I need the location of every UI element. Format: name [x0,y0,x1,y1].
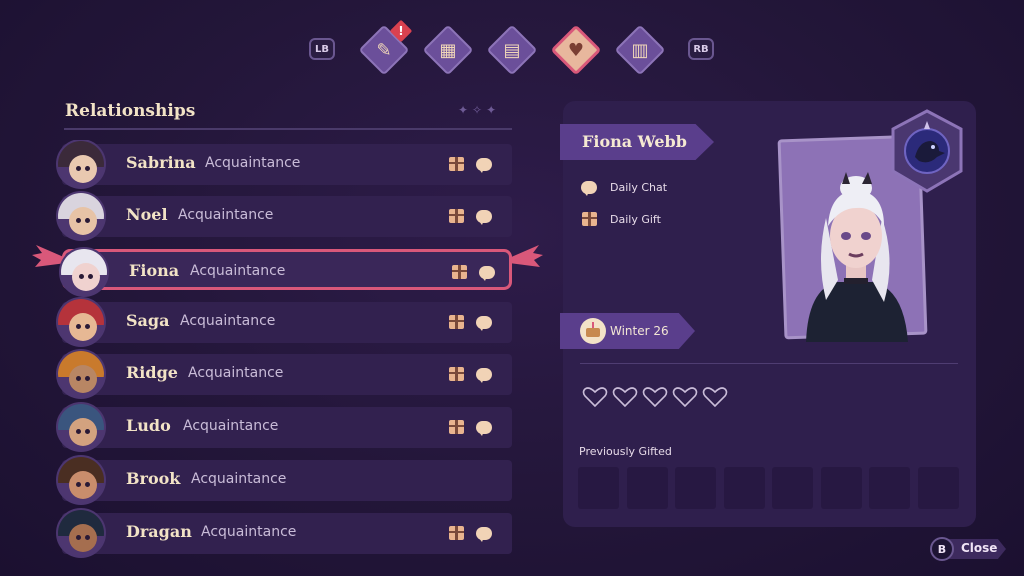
close-label: Close [961,541,998,555]
tab-journal[interactable]: ▥ [614,24,666,76]
gifted-item-slot [917,467,959,509]
character-portrait [806,172,908,342]
top-tab-bar: LB ✎ ! ▦ ▤ ♥ ▥ RB [0,19,1024,80]
character-name: Noel [126,205,168,224]
daily-gift-label: Daily Gift [610,212,661,226]
daily-chat-row: Daily Chat [580,178,667,196]
heart-icon [612,387,638,408]
character-name: Brook [126,469,181,488]
chat-bubble-icon [478,263,496,281]
avatar [56,508,106,558]
alert-badge: ! [389,19,413,43]
relationship-row-dragan[interactable]: Dragan Acquaintance [56,508,512,558]
tab-quests[interactable]: ✎ ! [358,19,413,76]
lb-shoulder-button[interactable]: LB [309,38,335,60]
character-name: Ridge [126,363,178,382]
gift-icon [447,207,465,225]
relationship-status: Acquaintance [190,263,286,279]
chat-bubble-icon [475,365,493,383]
gift-icon [447,418,465,436]
relationship-row-saga[interactable]: Saga Acquaintance [56,297,512,347]
birthday-text: Winter 26 [610,324,669,338]
avatar [56,191,106,241]
relationship-row-noel[interactable]: Noel Acquaintance [56,191,512,241]
avatar [56,297,106,347]
gifted-item-slot [723,467,765,509]
sparkle-decoration-icon: ✦✧✦ [458,103,501,117]
relationship-row-sabrina[interactable]: Sabrina Acquaintance [56,140,512,189]
cake-icon [580,318,606,344]
close-button[interactable]: B Close [930,537,1006,561]
tab-relationships[interactable]: ♥ [550,24,602,76]
chat-bubble-icon [580,178,598,196]
relationship-status: Acquaintance [201,524,297,540]
heart-icon [672,387,698,408]
gift-icon [580,210,598,228]
chat-bubble-icon [475,207,493,225]
relationship-status: Acquaintance [188,365,284,381]
chat-bubble-icon [475,313,493,331]
relationship-row-fiona[interactable]: Fiona Acquaintance [59,247,512,297]
gift-icon [450,263,468,281]
avatar [59,247,109,297]
relationship-status: Acquaintance [178,207,274,223]
chat-bubble-icon [475,418,493,436]
avatar [56,455,106,505]
avatar [56,349,106,399]
gifted-item-slot [675,467,716,509]
gift-icon [447,524,465,542]
relationship-status: Acquaintance [205,155,301,171]
character-name: Sabrina [126,153,196,172]
character-name: Fiona [129,261,180,280]
map-icon: ▦ [439,39,457,61]
chat-bubble-icon [475,155,493,173]
character-name: Ludo [126,416,171,435]
raven-crest-icon [891,109,963,193]
relationship-status: Acquaintance [180,313,276,329]
character-full-name: Fiona Webb [582,132,687,151]
gift-icon [447,365,465,383]
daily-chat-label: Daily Chat [610,180,668,194]
relationship-list[interactable]: Sabrina Acquaintance Noel Acquaintance Fiona… [0,140,540,576]
calendar-icon: ▤ [503,39,521,61]
heart-icon [642,387,668,408]
gifted-item-slot [869,467,910,509]
tab-map[interactable]: ▦ [422,24,474,76]
daily-gift-row: Daily Gift [580,210,661,228]
book-icon: ▥ [631,39,649,61]
heart-icon [702,387,728,408]
avatar [56,402,106,452]
heart-icon: ♥ [567,39,585,61]
relationship-status: Acquaintance [191,471,287,487]
panel-title: Relationships [65,101,196,121]
gift-icon [447,313,465,331]
character-name: Dragan [126,522,192,541]
character-name: Saga [126,311,170,330]
title-divider [64,128,512,130]
gift-icon [447,155,465,173]
gifted-item-slot [626,467,668,509]
gifted-slots [578,467,960,509]
b-button-icon: B [930,537,954,561]
previously-gifted-label: Previously Gifted [579,445,672,458]
chat-bubble-icon [475,524,493,542]
relationship-status: Acquaintance [183,418,279,434]
relationship-row-ludo[interactable]: Ludo Acquaintance [56,402,512,452]
rb-shoulder-button[interactable]: RB [688,38,714,60]
avatar [56,140,106,189]
detail-divider [580,363,958,364]
relationship-row-ridge[interactable]: Ridge Acquaintance [56,349,512,399]
tab-calendar[interactable]: ▤ [486,24,538,76]
gifted-item-slot [820,467,862,509]
heart-icon [582,387,608,408]
gifted-item-slot [578,467,619,509]
gifted-item-slot [772,467,813,509]
relationship-row-brook[interactable]: Brook Acquaintance [56,455,512,505]
